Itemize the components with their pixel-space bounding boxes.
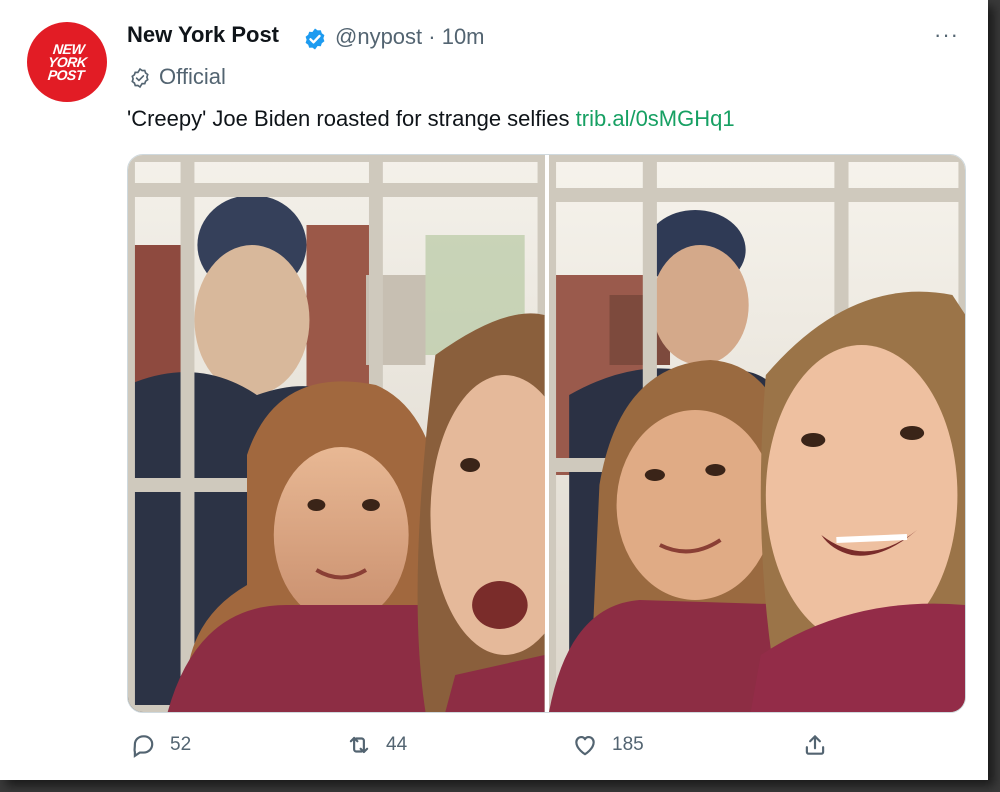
reply-count: 52 [170, 734, 192, 755]
official-badge-icon [131, 67, 149, 89]
selfie-photo-left[interactable] [128, 155, 545, 712]
more-options-icon[interactable]: ··· [934, 22, 959, 48]
avatar[interactable]: NEW YORK POST [27, 22, 107, 102]
retweet-icon [349, 736, 369, 754]
tweet-body: 'Creepy' Joe Biden roasted for strange s… [127, 106, 570, 131]
share-icon [805, 735, 825, 755]
selfie-photo-right[interactable] [548, 155, 965, 712]
share-button[interactable] [802, 732, 828, 758]
media-grid [127, 154, 966, 713]
reply-button[interactable]: 52 [130, 732, 191, 758]
logo-text: NEW YORK POST [46, 40, 88, 83]
tweet-link[interactable]: trib.al/0sMGHq1 [576, 106, 735, 131]
tweet-text: 'Creepy' Joe Biden roasted for strange s… [127, 106, 735, 132]
verified-badge-icon [305, 28, 325, 50]
tweet-card[interactable]: NEW YORK POST New York Post @nypost · 10m … [0, 0, 988, 780]
handle-and-time[interactable]: @nypost · 10m [335, 24, 485, 50]
reply-icon [133, 735, 154, 758]
like-button[interactable]: 185 [572, 732, 644, 758]
like-count: 185 [612, 734, 644, 755]
retweet-button[interactable]: 44 [346, 732, 407, 758]
action-bar: 52 44 185 [0, 732, 988, 768]
official-label: Official [159, 64, 226, 89]
heart-icon [575, 736, 595, 756]
retweet-count: 44 [386, 734, 408, 755]
display-name[interactable]: New York Post [127, 22, 279, 48]
